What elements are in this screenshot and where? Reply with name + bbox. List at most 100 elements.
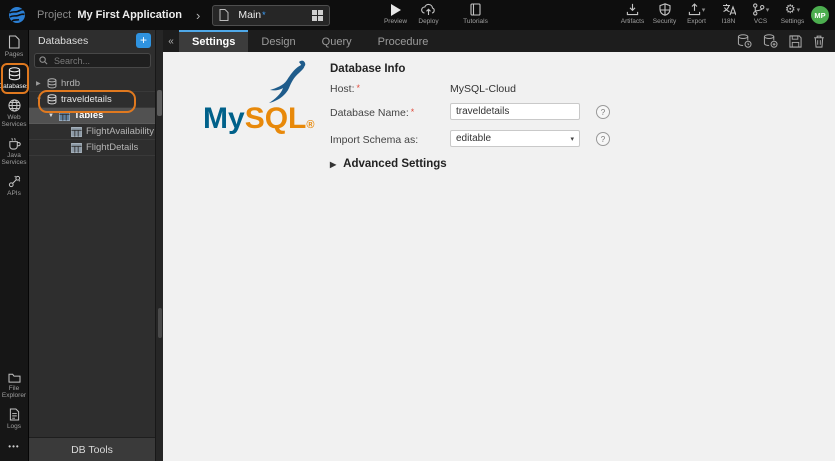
collapse-arrow-icon[interactable]: ▼ bbox=[36, 97, 47, 103]
databases-panel: Databases + ▶ hrdb ▼ travel bbox=[28, 30, 155, 461]
database-name-input[interactable] bbox=[450, 103, 580, 120]
form-heading: Database Info bbox=[330, 63, 406, 75]
workspace: « Settings Design Query Procedure MySQL®… bbox=[163, 30, 835, 461]
pages-icon bbox=[8, 35, 20, 49]
breadcrumb: Project My First Application bbox=[37, 9, 182, 21]
export-icon bbox=[688, 3, 700, 16]
wavemaker-logo-icon[interactable] bbox=[8, 6, 26, 24]
advanced-settings-toggle[interactable]: ▶ Advanced Settings bbox=[330, 158, 447, 170]
database-icon bbox=[8, 67, 20, 81]
tree-item-tables[interactable]: ▼ Tables bbox=[29, 108, 155, 124]
tree-item-traveldetails[interactable]: ▼ traveldetails bbox=[29, 92, 155, 108]
more-options-icon[interactable]: ••• bbox=[8, 434, 19, 461]
svg-text:MySQL®: MySQL® bbox=[203, 102, 314, 135]
globe-icon bbox=[7, 99, 21, 112]
mysql-logo: MySQL® bbox=[203, 60, 314, 135]
branch-icon bbox=[752, 3, 765, 16]
preview-button[interactable]: Preview bbox=[383, 3, 408, 25]
rail-item-apis[interactable]: APIs bbox=[0, 170, 28, 201]
rail-item-pages[interactable]: Pages bbox=[0, 30, 28, 62]
tab-settings[interactable]: Settings bbox=[179, 30, 249, 52]
splitter-handle[interactable] bbox=[158, 308, 162, 338]
artifacts-button[interactable]: Artifacts bbox=[620, 3, 645, 25]
expand-arrow-icon: ▶ bbox=[330, 159, 337, 169]
tree-item-hrdb[interactable]: ▶ hrdb bbox=[29, 76, 155, 92]
import-schema-select[interactable]: editable ▾ bbox=[450, 130, 580, 147]
panel-splitter[interactable] bbox=[155, 30, 163, 461]
tree-item-flightdetails[interactable]: FlightDetails bbox=[29, 140, 155, 156]
i18n-button[interactable]: I18N bbox=[716, 3, 741, 25]
export-button[interactable]: ▾ Export bbox=[684, 3, 709, 25]
tab-procedure[interactable]: Procedure bbox=[365, 30, 442, 52]
workspace-tabbar: « Settings Design Query Procedure bbox=[163, 30, 835, 52]
trash-icon[interactable] bbox=[813, 35, 825, 48]
required-marker: * bbox=[356, 83, 361, 93]
collapse-arrow-icon[interactable]: ▼ bbox=[48, 113, 59, 119]
tree-item-flightavailability[interactable]: FlightAvailability bbox=[29, 124, 155, 140]
download-tray-icon bbox=[626, 3, 639, 16]
search-icon bbox=[39, 56, 48, 65]
search-input[interactable] bbox=[52, 54, 146, 67]
tutorials-button[interactable]: Tutorials bbox=[463, 3, 488, 25]
tab-query[interactable]: Query bbox=[309, 30, 365, 52]
rail-item-java-services[interactable]: Java Services bbox=[0, 132, 28, 170]
coffee-cup-icon bbox=[8, 137, 21, 150]
table-icon bbox=[59, 110, 70, 121]
caret-down-icon: ▾ bbox=[765, 6, 770, 14]
unsaved-indicator-icon: * bbox=[262, 10, 266, 20]
app-root: Project My First Application › Main * Pr… bbox=[0, 0, 835, 461]
vcs-button[interactable]: ▾ VCS bbox=[748, 3, 773, 25]
database-tree: ▶ hrdb ▼ traveldetails ▼ Tables FlightAv… bbox=[29, 76, 155, 156]
collapse-panel-icon[interactable]: « bbox=[163, 30, 179, 52]
help-icon[interactable]: ? bbox=[596, 105, 610, 119]
chevron-right-icon: › bbox=[196, 7, 201, 23]
database-clock-push-icon[interactable] bbox=[763, 34, 778, 48]
database-icon bbox=[47, 94, 57, 105]
shield-icon bbox=[658, 3, 671, 16]
save-icon[interactable] bbox=[789, 34, 802, 48]
tab-design[interactable]: Design bbox=[248, 30, 308, 52]
api-connector-icon bbox=[8, 175, 20, 188]
scrollbar-thumb[interactable] bbox=[157, 90, 162, 116]
import-schema-label: Import Schema as: bbox=[330, 134, 419, 146]
database-clock-pull-icon[interactable] bbox=[737, 34, 752, 48]
required-marker: * bbox=[410, 107, 415, 117]
rail-item-file-explorer[interactable]: File Explorer bbox=[0, 367, 28, 403]
topbar: Project My First Application › Main * Pr… bbox=[0, 0, 835, 30]
table-icon bbox=[71, 142, 82, 153]
caret-down-icon: ▾ bbox=[701, 6, 706, 14]
expand-arrow-icon[interactable]: ▶ bbox=[36, 80, 47, 87]
add-database-button[interactable]: + bbox=[136, 33, 151, 48]
host-label: Host: * bbox=[330, 83, 361, 95]
host-value: MySQL-Cloud bbox=[450, 83, 516, 95]
left-rail: Pages Databases Web Services Java Servic… bbox=[0, 30, 30, 461]
main-page-tab[interactable]: Main * bbox=[212, 4, 331, 26]
database-icon bbox=[47, 78, 57, 89]
db-tools-button[interactable]: DB Tools bbox=[29, 437, 155, 461]
folder-icon bbox=[7, 373, 21, 383]
database-name-label: Database Name: * bbox=[330, 107, 415, 119]
main-tab-label: Main bbox=[238, 9, 262, 21]
play-icon bbox=[391, 3, 401, 16]
rail-item-web-services[interactable]: Web Services bbox=[0, 94, 28, 132]
security-button[interactable]: Security bbox=[652, 3, 677, 25]
caret-down-icon: ▾ bbox=[796, 6, 801, 14]
panel-title: Databases bbox=[38, 34, 89, 47]
caret-down-icon: ▾ bbox=[570, 135, 574, 143]
table-icon bbox=[71, 126, 82, 137]
rail-item-logs[interactable]: Logs bbox=[0, 403, 28, 434]
help-icon[interactable]: ? bbox=[596, 132, 610, 146]
cloud-upload-icon bbox=[421, 3, 435, 15]
project-label: Project bbox=[37, 9, 72, 21]
settings-button[interactable]: ⚙ ▾ Settings bbox=[780, 2, 805, 26]
translate-icon bbox=[722, 4, 736, 16]
project-name: My First Application bbox=[77, 9, 183, 21]
pages-grid-icon[interactable] bbox=[312, 9, 324, 21]
gear-icon: ⚙ bbox=[784, 2, 796, 16]
deploy-button[interactable]: Deploy bbox=[416, 3, 441, 25]
rail-item-databases[interactable]: Databases bbox=[0, 62, 30, 94]
avatar[interactable]: MP bbox=[811, 6, 829, 24]
database-search bbox=[34, 53, 151, 68]
book-icon bbox=[470, 3, 481, 16]
log-file-icon bbox=[9, 408, 19, 421]
